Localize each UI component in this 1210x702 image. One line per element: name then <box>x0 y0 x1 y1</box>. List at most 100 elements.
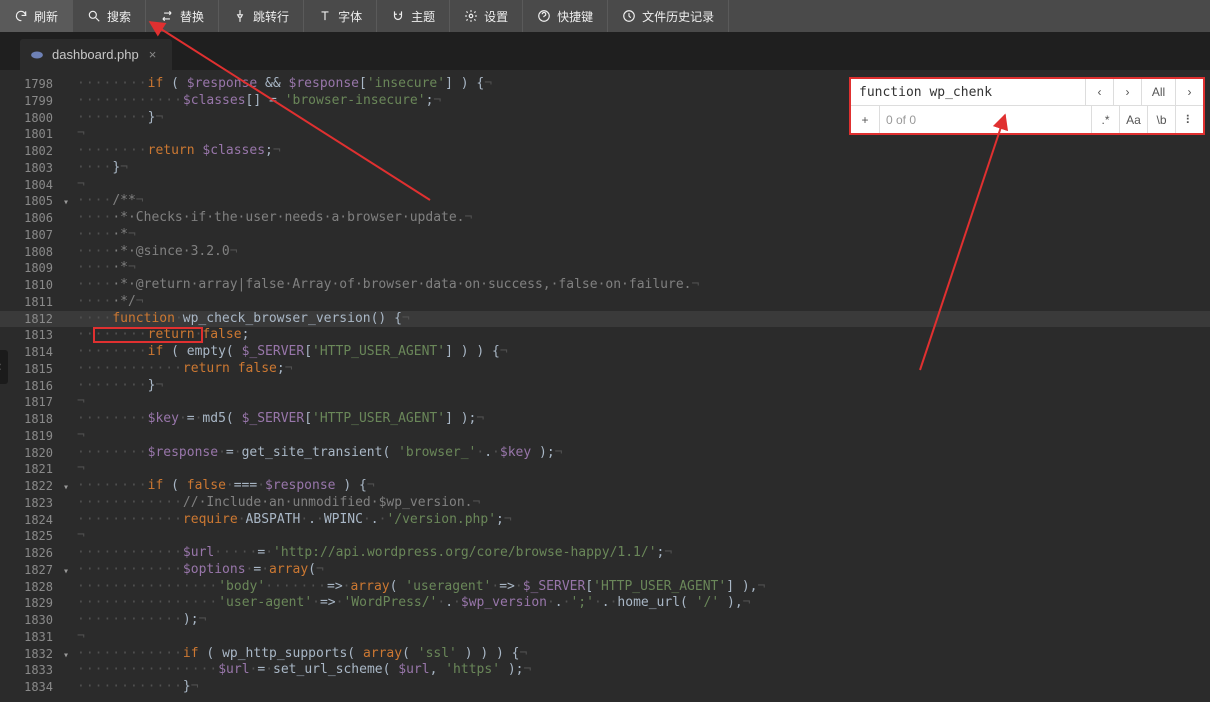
magnet-icon <box>391 9 405 23</box>
code-line[interactable]: ············if ( wp_http_supports( array… <box>73 646 1210 663</box>
code-editor: ‹ 17981799180018011802180318041805▾18061… <box>0 70 1210 702</box>
text-icon <box>318 9 332 23</box>
code-line[interactable]: ¬ <box>73 428 1210 445</box>
help-icon <box>537 9 551 23</box>
line-number: 1822▾ <box>0 478 73 495</box>
code-line[interactable]: ·····*¬ <box>73 227 1210 244</box>
line-number: 1803 <box>0 160 73 177</box>
code-line[interactable]: ············}¬ <box>73 679 1210 696</box>
line-number: 1806 <box>0 210 73 227</box>
goto-button[interactable]: 跳转行 <box>219 0 304 32</box>
code-line[interactable]: ················$url·=·set_url_scheme( $… <box>73 662 1210 679</box>
tab-dashboard[interactable]: dashboard.php × <box>20 39 172 70</box>
line-number: 1834 <box>0 679 73 696</box>
line-number: 1814 <box>0 344 73 361</box>
refresh-button[interactable]: 刷新 <box>0 0 73 32</box>
history-button[interactable]: 文件历史记录 <box>608 0 729 32</box>
code-line[interactable]: ················'body'·······=>·array( '… <box>73 579 1210 596</box>
line-number: 1826 <box>0 545 73 562</box>
line-number: 1809 <box>0 260 73 277</box>
line-number: 1812 <box>0 311 73 328</box>
find-expand-button[interactable]: + <box>851 106 879 133</box>
code-line[interactable]: ····/**¬ <box>73 193 1210 210</box>
code-line[interactable]: ¬ <box>73 461 1210 478</box>
tab-filename: dashboard.php <box>52 47 139 62</box>
shortcut-button[interactable]: 快捷键 <box>523 0 608 32</box>
line-number-gutter: 17981799180018011802180318041805▾1806180… <box>0 70 73 702</box>
code-line[interactable]: ········return·false; <box>73 327 1210 344</box>
line-number: 1819 <box>0 428 73 445</box>
line-number: 1800 <box>0 110 73 127</box>
code-line[interactable]: ········if ( false·===·$response ) {¬ <box>73 478 1210 495</box>
code-line[interactable]: ········return $classes;¬ <box>73 143 1210 160</box>
code-line[interactable]: ·····*·@since·3.2.0¬ <box>73 244 1210 261</box>
line-number: 1830 <box>0 612 73 629</box>
code-line[interactable]: ····function·wp_check_browser_version() … <box>73 311 1210 328</box>
settings-button[interactable]: 设置 <box>450 0 523 32</box>
toolbar-item-label: 设置 <box>484 8 508 25</box>
line-number: 1810 <box>0 277 73 294</box>
line-number: 1829 <box>0 595 73 612</box>
line-number: 1802 <box>0 143 73 160</box>
pin-icon <box>233 9 247 23</box>
code-area[interactable]: ········if ( $response && $response['ins… <box>73 70 1210 702</box>
code-line[interactable]: ········if ( empty( $_SERVER['HTTP_USER_… <box>73 344 1210 361</box>
code-line[interactable]: ············$options·=·array(¬ <box>73 562 1210 579</box>
code-line[interactable]: ¬ <box>73 528 1210 545</box>
tab-strip: dashboard.php × <box>0 32 1210 70</box>
code-line[interactable]: ············$url·····=·'http://api.wordp… <box>73 545 1210 562</box>
search-icon <box>87 9 101 23</box>
code-line[interactable]: ·····*·Checks·if·the·user·needs·a·browse… <box>73 210 1210 227</box>
code-line[interactable]: ·····*/¬ <box>73 294 1210 311</box>
find-prev-button[interactable]: ‹ <box>1085 79 1113 105</box>
code-line[interactable]: ············return false;¬ <box>73 361 1210 378</box>
line-number: 1818 <box>0 411 73 428</box>
line-number: 1798 <box>0 76 73 93</box>
find-widget: ‹ › All › + 0 of 0 .* Aa \b ⠇ <box>849 77 1205 135</box>
line-number: 1823 <box>0 495 73 512</box>
font-button[interactable]: 字体 <box>304 0 377 32</box>
find-word-toggle[interactable]: \b <box>1147 106 1175 133</box>
find-next-button[interactable]: › <box>1113 79 1141 105</box>
code-line[interactable]: ················'user-agent'·=>·'WordPre… <box>73 595 1210 612</box>
line-number: 1831 <box>0 629 73 646</box>
toolbar-item-label: 替换 <box>180 8 204 25</box>
line-number: 1821 <box>0 461 73 478</box>
toolbar-item-label: 搜索 <box>107 8 131 25</box>
code-line[interactable]: ····}¬ <box>73 160 1210 177</box>
refresh-icon <box>14 9 28 23</box>
code-line[interactable]: ¬ <box>73 629 1210 646</box>
tab-close-icon[interactable]: × <box>147 47 159 62</box>
code-line[interactable]: ········}¬ <box>73 378 1210 395</box>
code-line[interactable]: ¬ <box>73 177 1210 194</box>
clock-icon <box>622 9 636 23</box>
replace-button[interactable]: 替换 <box>146 0 219 32</box>
line-number: 1799 <box>0 93 73 110</box>
toolbar-item-label: 字体 <box>338 8 362 25</box>
theme-button[interactable]: 主题 <box>377 0 450 32</box>
code-line[interactable]: ············require·ABSPATH·.·WPINC·.·'/… <box>73 512 1210 529</box>
code-line[interactable]: ············//·Include·an·unmodified·$wp… <box>73 495 1210 512</box>
line-number: 1813 <box>0 327 73 344</box>
line-number: 1827▾ <box>0 562 73 579</box>
search-button[interactable]: 搜索 <box>73 0 146 32</box>
line-number: 1816 <box>0 378 73 395</box>
find-input[interactable] <box>851 79 1085 105</box>
code-line[interactable]: ········$response·=·get_site_transient( … <box>73 445 1210 462</box>
line-number: 1832▾ <box>0 646 73 663</box>
find-case-toggle[interactable]: Aa <box>1119 106 1147 133</box>
line-number: 1824 <box>0 512 73 529</box>
find-close-icon[interactable]: › <box>1175 79 1203 105</box>
find-regex-toggle[interactable]: .* <box>1091 106 1119 133</box>
code-line[interactable]: ········$key·=·md5( $_SERVER['HTTP_USER_… <box>73 411 1210 428</box>
code-line[interactable]: ¬ <box>73 394 1210 411</box>
find-more-icon[interactable]: ⠇ <box>1175 106 1203 133</box>
code-line[interactable]: ············);¬ <box>73 612 1210 629</box>
code-line[interactable]: ·····*¬ <box>73 260 1210 277</box>
code-line[interactable]: ·····*·@return·array|false·Array·of·brow… <box>73 277 1210 294</box>
find-all-button[interactable]: All <box>1141 79 1175 105</box>
line-number: 1808 <box>0 244 73 261</box>
swap-icon <box>160 9 174 23</box>
line-number: 1811 <box>0 294 73 311</box>
toolbar-item-label: 刷新 <box>34 8 58 25</box>
